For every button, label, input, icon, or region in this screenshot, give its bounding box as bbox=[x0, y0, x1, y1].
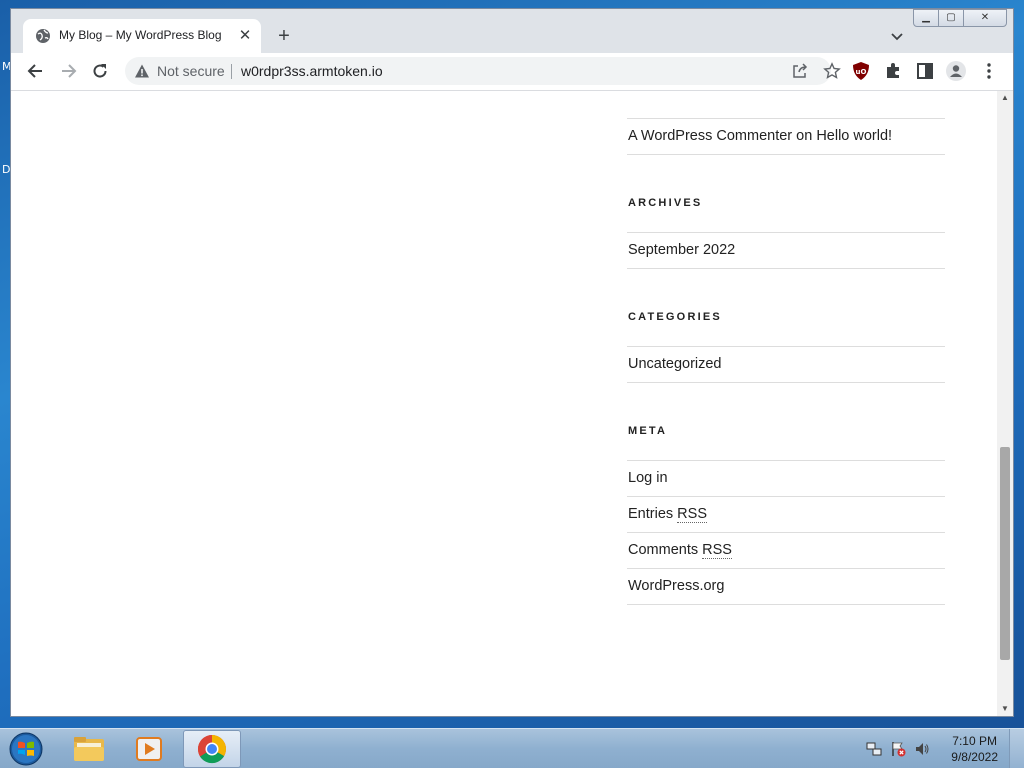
side-panel-icon[interactable] bbox=[915, 61, 935, 81]
comment-author-link[interactable]: A WordPress Commenter bbox=[628, 128, 792, 144]
volume-icon[interactable] bbox=[914, 741, 930, 757]
media-player-icon bbox=[136, 737, 162, 761]
browser-window: My Blog – My WordPress Blog ✕ + ▁ ▢ ✕ No… bbox=[10, 8, 1014, 717]
profile-icon[interactable] bbox=[946, 61, 966, 81]
system-clock[interactable]: 7:10 PM 9/8/2022 bbox=[951, 733, 998, 765]
reload-icon[interactable] bbox=[90, 61, 110, 81]
window-controls: ▁ ▢ ✕ bbox=[913, 9, 1007, 29]
close-window-button[interactable]: ✕ bbox=[963, 9, 1007, 27]
tab-title: My Blog – My WordPress Blog bbox=[59, 28, 222, 42]
categories-heading: CATEGORIES bbox=[628, 311, 722, 323]
wordpress-org-link[interactable]: WordPress.org bbox=[627, 569, 945, 605]
ublock-origin-icon[interactable]: uO bbox=[851, 61, 871, 81]
tab-strip: My Blog – My WordPress Blog ✕ + ▁ ▢ ✕ bbox=[11, 9, 1013, 53]
svg-text:uO: uO bbox=[856, 68, 867, 76]
comment-post-link[interactable]: Hello world! bbox=[816, 128, 892, 144]
network-icon[interactable] bbox=[866, 741, 882, 757]
page-viewport: A WordPress Commenter on Hello world! AR… bbox=[11, 91, 997, 716]
kebab-menu-icon[interactable] bbox=[979, 61, 999, 81]
maximize-button[interactable]: ▢ bbox=[938, 9, 964, 27]
blog-sidebar: A WordPress Commenter on Hello world! AR… bbox=[627, 91, 945, 605]
tab-my-blog[interactable]: My Blog – My WordPress Blog ✕ bbox=[23, 19, 261, 53]
entries-label: Entries bbox=[628, 506, 674, 522]
scroll-down-arrow-icon[interactable]: ▼ bbox=[997, 702, 1013, 716]
tab-search-chevron-icon[interactable] bbox=[887, 26, 907, 46]
clock-date: 9/8/2022 bbox=[951, 750, 998, 764]
rss-abbr: RSS bbox=[702, 542, 732, 559]
show-desktop-button[interactable] bbox=[1009, 729, 1024, 768]
warning-triangle-icon[interactable] bbox=[134, 63, 150, 79]
back-arrow-icon[interactable] bbox=[26, 61, 46, 81]
address-separator bbox=[231, 64, 232, 79]
scroll-thumb[interactable] bbox=[1000, 447, 1010, 660]
start-button-icon[interactable] bbox=[7, 731, 45, 767]
page-scrollbar[interactable]: ▲ ▼ bbox=[997, 91, 1013, 716]
address-bar[interactable]: Not secure w0rdpr3ss.armtoken.io bbox=[125, 57, 841, 85]
comments-label: Comments bbox=[628, 542, 699, 558]
url-text[interactable]: w0rdpr3ss.armtoken.io bbox=[241, 63, 383, 79]
recent-comment-item: A WordPress Commenter on Hello world! bbox=[627, 119, 945, 155]
puzzle-extensions-icon[interactable] bbox=[883, 61, 903, 81]
taskbar-explorer[interactable] bbox=[60, 730, 118, 768]
archives-heading: ARCHIVES bbox=[628, 197, 703, 209]
new-tab-button[interactable]: + bbox=[273, 25, 295, 47]
globe-icon bbox=[36, 29, 50, 43]
log-in-link[interactable]: Log in bbox=[627, 461, 945, 497]
minimize-button[interactable]: ▁ bbox=[913, 9, 939, 27]
category-link-uncategorized[interactable]: Uncategorized bbox=[627, 347, 945, 383]
bookmark-star-icon[interactable] bbox=[823, 62, 841, 80]
security-status-label[interactable]: Not secure bbox=[157, 63, 225, 79]
browser-toolbar: Not secure w0rdpr3ss.armtoken.io uO bbox=[11, 53, 1013, 91]
forward-arrow-icon[interactable] bbox=[58, 61, 78, 81]
share-icon[interactable] bbox=[791, 62, 809, 80]
meta-heading: META bbox=[628, 425, 668, 437]
scroll-up-arrow-icon[interactable]: ▲ bbox=[997, 91, 1013, 105]
folder-icon bbox=[74, 737, 104, 761]
rss-abbr: RSS bbox=[677, 506, 707, 523]
entries-rss-link[interactable]: Entries RSS bbox=[627, 497, 945, 533]
action-center-flag-icon[interactable] bbox=[890, 741, 906, 757]
taskbar-chrome[interactable] bbox=[183, 730, 241, 768]
archive-link-september-2022[interactable]: September 2022 bbox=[627, 233, 945, 269]
windows-taskbar: 7:10 PM 9/8/2022 bbox=[0, 728, 1024, 768]
taskbar-media-player[interactable] bbox=[120, 730, 178, 768]
close-tab-icon[interactable]: ✕ bbox=[235, 26, 255, 46]
comments-rss-link[interactable]: Comments RSS bbox=[627, 533, 945, 569]
clock-time: 7:10 PM bbox=[952, 734, 997, 748]
chrome-icon bbox=[197, 735, 226, 764]
comment-connector: on bbox=[796, 128, 813, 144]
